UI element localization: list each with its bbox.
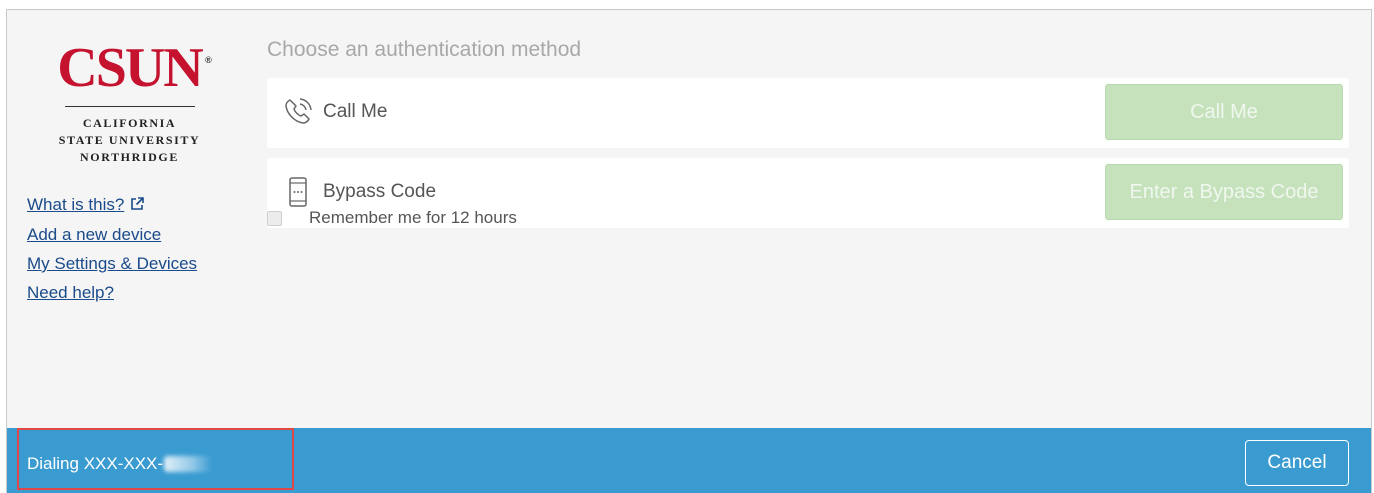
method-row-call-me: Call Me Call Me xyxy=(267,78,1349,148)
logo-wordmark: CSUN ® xyxy=(57,40,211,96)
redacted-number xyxy=(164,456,213,472)
logo-line-1: CALIFORNIA xyxy=(82,116,177,130)
sidebar-links: What is this? Add a new device My Settin… xyxy=(27,190,197,307)
enter-bypass-code-button[interactable]: Enter a Bypass Code xyxy=(1105,164,1343,220)
phone-icon xyxy=(281,95,315,129)
logo-divider xyxy=(64,106,195,107)
csun-logo: CSUN ® CALIFORNIA STATE UNIVERSITY NORTHR… xyxy=(37,40,222,166)
mobile-device-icon xyxy=(281,175,315,209)
need-help-link[interactable]: Need help? xyxy=(27,278,197,307)
add-device-link[interactable]: Add a new device xyxy=(27,220,197,249)
call-me-button[interactable]: Call Me xyxy=(1105,84,1343,140)
cancel-button[interactable]: Cancel xyxy=(1245,440,1349,486)
status-bar: Dialing XXX-XXX- Cancel xyxy=(7,428,1371,493)
remember-me-checkbox[interactable] xyxy=(267,210,282,226)
logo-subtitle: CALIFORNIA STATE UNIVERSITY NORTHRIDGE xyxy=(37,115,222,166)
main-panel: Choose an authentication method Call Me … xyxy=(267,36,1349,238)
what-is-this-link[interactable]: What is this? xyxy=(27,190,197,220)
method-label-bypass-code: Bypass Code xyxy=(323,181,437,202)
remember-me-label: Remember me for 12 hours xyxy=(309,208,517,227)
auth-frame: CSUN ® CALIFORNIA STATE UNIVERSITY NORTHR… xyxy=(6,9,1372,493)
logo-line-2: STATE UNIVERSITY xyxy=(58,133,201,147)
settings-devices-link[interactable]: My Settings & Devices xyxy=(27,249,197,278)
registered-mark: ® xyxy=(205,55,212,65)
sidebar: CSUN ® CALIFORNIA STATE UNIVERSITY NORTHR… xyxy=(7,10,247,428)
method-label-call-me: Call Me xyxy=(323,101,388,122)
status-message: Dialing XXX-XXX- xyxy=(27,454,213,474)
external-link-icon xyxy=(130,191,145,220)
logo-line-3: NORTHRIDGE xyxy=(80,150,179,164)
remember-me-row: Remember me for 12 hours xyxy=(267,206,517,230)
page-title: Choose an authentication method xyxy=(267,38,582,61)
